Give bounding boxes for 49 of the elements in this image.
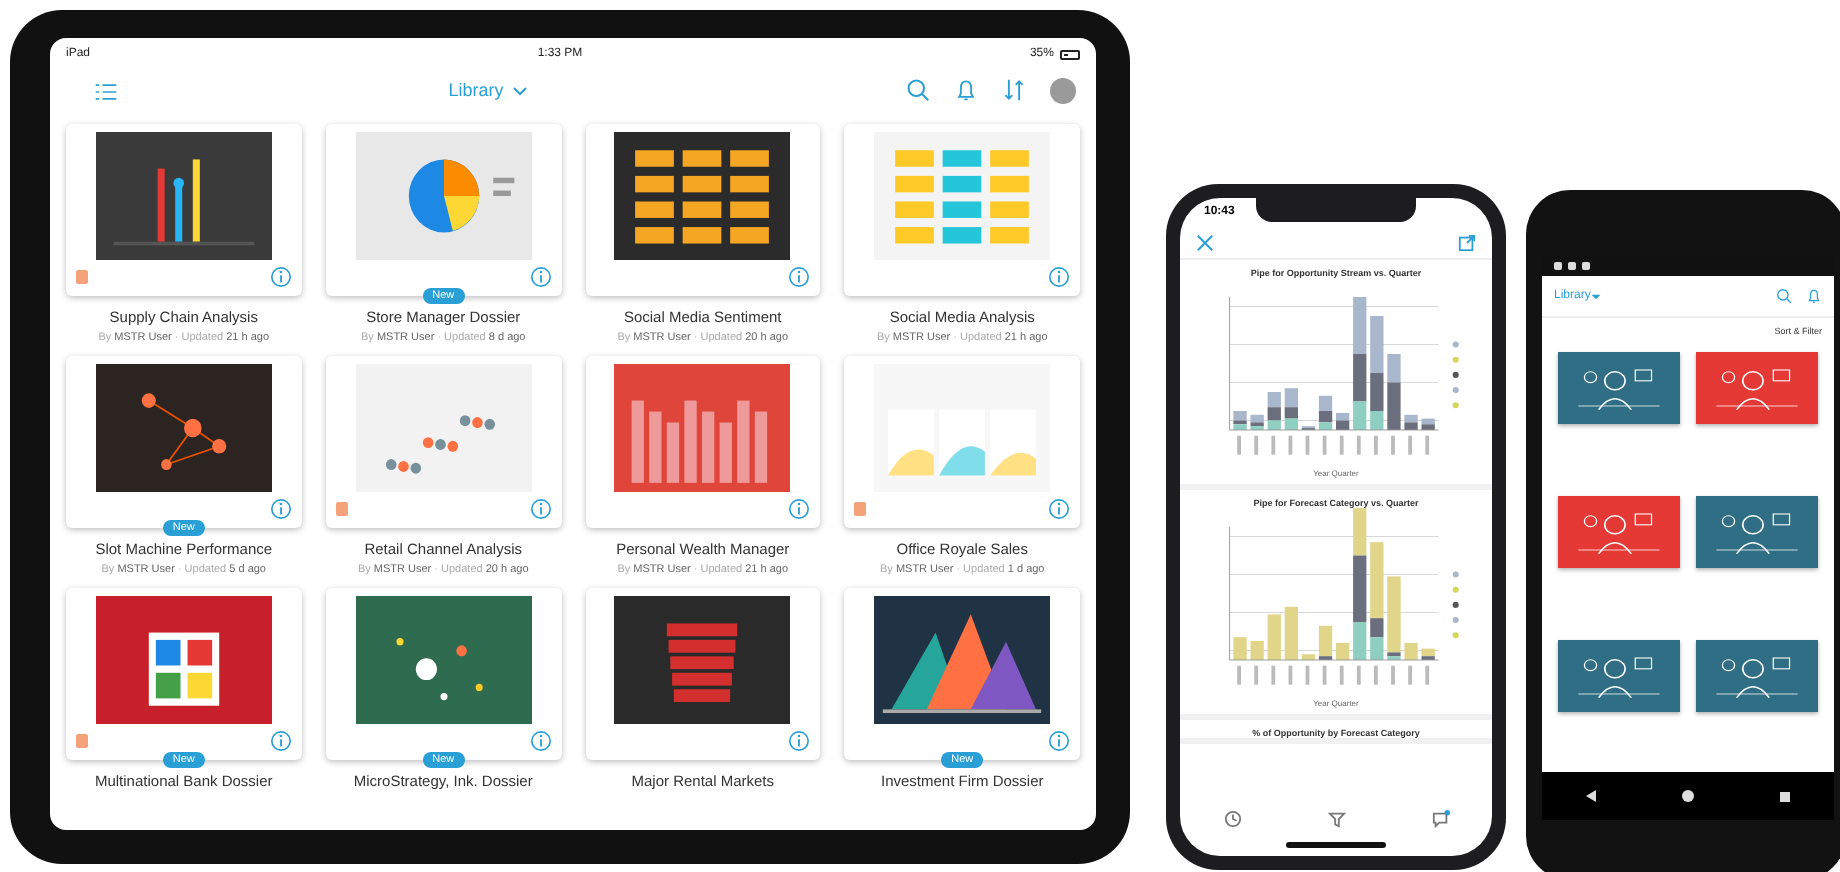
info-icon[interactable]	[529, 498, 551, 520]
bar	[1233, 637, 1247, 660]
comment-icon[interactable]	[1431, 809, 1449, 827]
info-icon[interactable]	[788, 730, 811, 752]
battery-icon	[1059, 49, 1080, 59]
filter-icon[interactable]	[1327, 809, 1345, 827]
info-icon[interactable]	[788, 266, 811, 288]
bell-icon[interactable]	[1806, 288, 1822, 304]
legend-dot	[1452, 617, 1459, 624]
info-icon[interactable]	[529, 266, 551, 288]
menu-icon[interactable]	[94, 80, 118, 104]
legend-dot	[1452, 387, 1459, 394]
bar	[1267, 614, 1281, 660]
legend-dot	[1452, 601, 1459, 608]
legend-dot	[1452, 371, 1459, 378]
info-icon[interactable]	[1048, 498, 1070, 520]
home-indicator	[1286, 842, 1386, 848]
info-icon[interactable]	[269, 266, 292, 288]
clock-icon[interactable]	[1223, 809, 1241, 827]
dossier-card[interactable]	[66, 124, 302, 296]
info-icon[interactable]	[269, 730, 292, 752]
dossier-card[interactable]	[585, 124, 821, 296]
caret-icon[interactable]	[511, 85, 528, 95]
share-icon[interactable]	[1458, 233, 1476, 251]
info-icon[interactable]	[1048, 266, 1070, 288]
back-icon[interactable]	[1585, 790, 1596, 802]
dossier-card[interactable]	[585, 588, 821, 760]
legend-dot	[1452, 356, 1459, 363]
home-icon[interactable]	[1681, 790, 1694, 802]
bar	[1336, 642, 1350, 660]
search-icon[interactable]	[1776, 288, 1792, 304]
close-icon[interactable]	[1196, 233, 1214, 251]
caret-icon[interactable]	[1590, 291, 1603, 301]
info-icon[interactable]	[1048, 730, 1070, 752]
legend-dot	[1452, 586, 1459, 593]
info-icon[interactable]	[269, 498, 292, 520]
bar	[1404, 642, 1418, 660]
sort-icon[interactable]	[1002, 78, 1026, 102]
bar	[1284, 606, 1298, 660]
legend-dot	[1452, 632, 1459, 639]
recent-apps-icon[interactable]	[1780, 791, 1791, 801]
legend-dot	[1452, 341, 1459, 348]
legend-dot	[1452, 402, 1459, 409]
legend-dot	[1452, 571, 1459, 578]
info-icon[interactable]	[529, 730, 551, 752]
avatar[interactable]	[1050, 77, 1076, 103]
bell-icon[interactable]	[954, 78, 978, 102]
search-icon[interactable]	[906, 78, 930, 102]
info-icon[interactable]	[788, 498, 811, 520]
